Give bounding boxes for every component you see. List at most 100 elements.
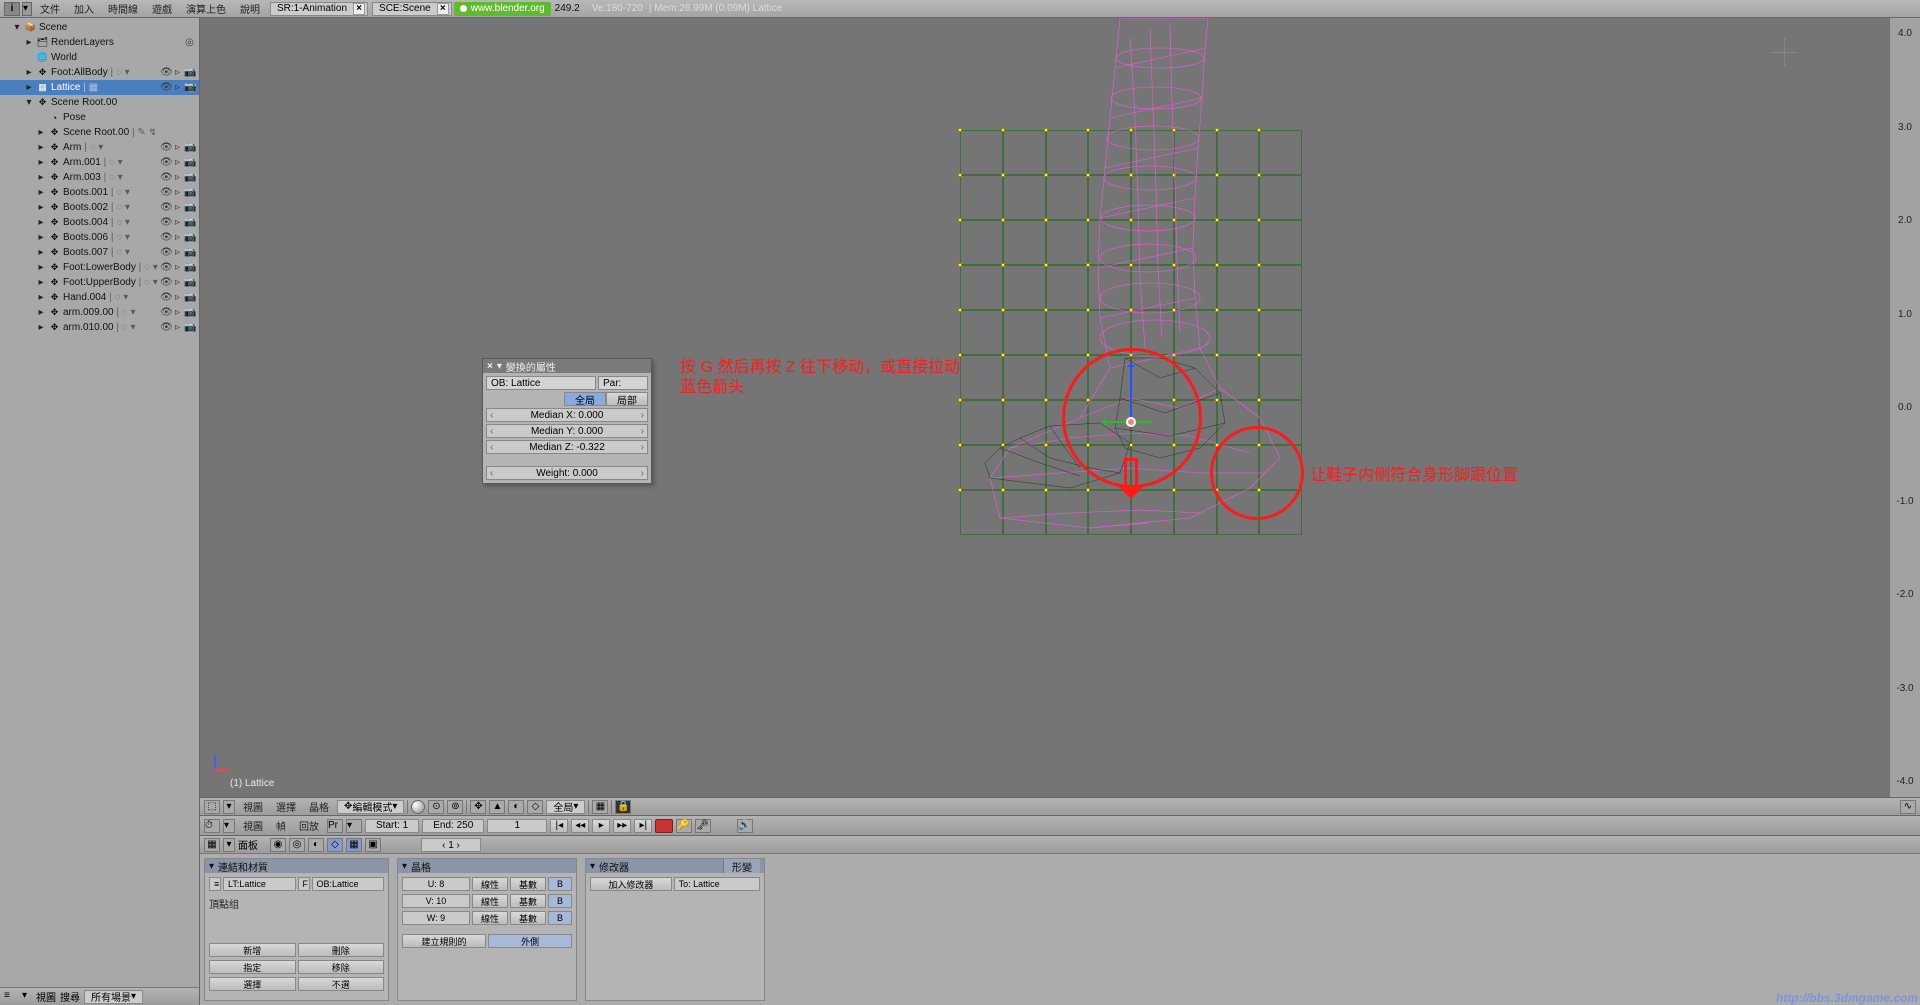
v-b-button[interactable]: B <box>548 894 572 908</box>
context-scene-icon[interactable]: ▣ <box>365 838 381 852</box>
parent-field[interactable]: Par: <box>598 376 648 390</box>
median-x-field[interactable]: Median X: 0.000 <box>486 408 648 422</box>
menu-render[interactable]: 演算上色 <box>180 1 232 16</box>
u-lin-button[interactable]: 線性 <box>472 877 508 891</box>
outliner-row[interactable]: ▸✥Arm | ◌ ▾👁▹📷 <box>0 140 199 155</box>
view3d-canvas[interactable]: 按 G 然后再按 Z 往下移动，或直接拉动蓝色箭头 让鞋子内侧符合身形脚跟位置 … <box>200 18 1920 797</box>
add-modifier-button[interactable]: 加入修改器 <box>590 877 672 891</box>
outside-button[interactable]: 外側 <box>488 934 572 948</box>
outliner-row[interactable]: ▸✥arm.009.00 | ◌ ▾👁▹📷 <box>0 305 199 320</box>
vg-delete-button[interactable]: 刪除 <box>298 943 385 957</box>
shapes-tab[interactable]: 形變 <box>723 859 760 873</box>
outliner-row[interactable]: ▸✥Boots.002 | ◌ ▾👁▹📷 <box>0 200 199 215</box>
outliner-row[interactable]: ▾📦Scene <box>0 20 199 35</box>
scale-icon[interactable]: ◇ <box>527 800 543 814</box>
local-button[interactable]: 局部 <box>606 392 648 406</box>
menu-game[interactable]: 遊戲 <box>146 1 178 16</box>
close-icon[interactable]: × <box>487 361 493 372</box>
w-card-button[interactable]: 基數 <box>510 911 546 925</box>
sync-icon[interactable]: ▾ <box>346 819 362 833</box>
vg-remove-button[interactable]: 移除 <box>298 960 385 974</box>
menu-help[interactable]: 說明 <box>234 1 266 16</box>
outliner-menu-search[interactable]: 搜尋 <box>60 989 80 1004</box>
v-card-button[interactable]: 基數 <box>510 894 546 908</box>
blender-url[interactable]: www.blender.org <box>454 2 551 16</box>
shading-selector[interactable] <box>411 800 425 814</box>
context-object-icon[interactable]: ◇ <box>327 838 343 852</box>
v3d-menu-lattice[interactable]: 晶格 <box>304 799 334 814</box>
outliner-row[interactable]: ▸✥Scene Root.00 | ✎ ↯ <box>0 125 199 140</box>
outliner-row[interactable]: ▸✥Boots.004 | ◌ ▾👁▹📷 <box>0 215 199 230</box>
menu-add[interactable]: 加入 <box>68 1 100 16</box>
screen-tab[interactable]: SR:1-Animation× <box>270 2 368 16</box>
rotate-icon[interactable]: ◐ <box>508 800 524 814</box>
context-script-icon[interactable]: ◎ <box>289 838 305 852</box>
current-frame-field[interactable]: 1 <box>487 819 547 833</box>
v3d-menu-view[interactable]: 視圖 <box>238 799 268 814</box>
pulldown-icon[interactable]: ▾ <box>223 819 235 833</box>
key-icon[interactable]: 🔑 <box>676 819 692 833</box>
menu-file[interactable]: 文件 <box>34 1 66 16</box>
make-regular-button[interactable]: 建立規則的 <box>402 934 486 948</box>
autokey-button[interactable] <box>655 819 673 833</box>
pivot-opts-icon[interactable]: ⊚ <box>447 800 463 814</box>
pulldown-icon[interactable]: ▾ <box>22 990 32 1003</box>
global-button[interactable]: 全局 <box>564 392 606 406</box>
outliner-row[interactable]: ▸✥Foot:UpperBody | ◌ ▾👁▹📷 <box>0 275 199 290</box>
prev-key-button[interactable]: ◂◂ <box>571 819 589 833</box>
pivot-icon[interactable]: ⊙ <box>428 800 444 814</box>
pulldown-icon[interactable]: ▾ <box>223 838 235 852</box>
tl-menu-playback[interactable]: 回放 <box>294 818 324 833</box>
outliner-row[interactable]: ▸🗂RenderLayers◎ <box>0 35 199 50</box>
tri-icon[interactable]: ▾ <box>590 861 595 872</box>
outliner-row[interactable]: ▸✥Boots.006 | ◌ ▾👁▹📷 <box>0 230 199 245</box>
median-y-field[interactable]: Median Y: 0.000 <box>486 424 648 438</box>
next-key-button[interactable]: ▸▸ <box>613 819 631 833</box>
outliner-row[interactable]: ▸✥Arm.001 | ◌ ▾👁▹📷 <box>0 155 199 170</box>
menu-timeline[interactable]: 時間線 <box>102 1 144 16</box>
play-button[interactable]: ▸ <box>592 819 610 833</box>
tl-menu-frame[interactable]: 幀 <box>271 818 291 833</box>
tri-icon[interactable]: ▾ <box>402 861 407 872</box>
outliner-row[interactable]: ◔Pose <box>0 110 199 125</box>
outliner-tree[interactable]: ▾📦Scene▸🗂RenderLayers◎🌐World▸✥Foot:AllBo… <box>0 18 199 987</box>
u-card-button[interactable]: 基數 <box>510 877 546 891</box>
layers-icon[interactable]: ▦ <box>592 800 608 814</box>
info-icon[interactable]: i <box>4 2 20 16</box>
v3d-menu-select[interactable]: 選擇 <box>271 799 301 814</box>
outliner-menu-view[interactable]: 視圖 <box>36 989 56 1004</box>
pr-button[interactable]: Pr <box>327 819 343 833</box>
outliner-display-mode[interactable]: 所有場景 ▾ <box>84 990 143 1004</box>
translate-icon[interactable]: ▲ <box>489 800 505 814</box>
window-type-pulldown[interactable]: ▾ <box>22 2 32 16</box>
datablock-icon[interactable]: ≡ <box>209 877 221 891</box>
ob-name-field[interactable]: OB: Lattice <box>486 376 596 390</box>
outliner-row[interactable]: ▸✥Foot:AllBody | ◌ ▾👁▹📷 <box>0 65 199 80</box>
outliner-row[interactable]: ▸✥Foot:LowerBody | ◌ ▾👁▹📷 <box>0 260 199 275</box>
v-lin-button[interactable]: 線性 <box>472 894 508 908</box>
weight-field[interactable]: Weight: 0.000 <box>486 466 648 480</box>
vg-select-button[interactable]: 選擇 <box>209 977 296 991</box>
jump-end-button[interactable]: ▸| <box>634 819 652 833</box>
key-menu-icon[interactable]: 🗝 <box>695 819 711 833</box>
lock-icon[interactable]: 🔒 <box>615 800 631 814</box>
buttons-editor-icon[interactable]: ▦ <box>204 838 220 852</box>
w-lin-button[interactable]: 線性 <box>472 911 508 925</box>
close-icon[interactable]: × <box>353 3 365 15</box>
manipulator-toggle[interactable]: ✥ <box>470 800 486 814</box>
panel-header[interactable]: × ▾ 變換的屬性 <box>483 359 651 373</box>
outliner-row[interactable]: ▸✥Boots.001 | ◌ ▾👁▹📷 <box>0 185 199 200</box>
collapse-icon[interactable]: ▾ <box>497 361 502 372</box>
btn-menu-panel[interactable]: 面板 <box>238 837 258 852</box>
outliner-icon[interactable]: ≡ <box>4 990 18 1003</box>
tl-menu-view[interactable]: 視圖 <box>238 818 268 833</box>
outliner-row[interactable]: ▸✥arm.010.00 | ◌ ▾👁▹📷 <box>0 320 199 335</box>
view3d-editor-icon[interactable]: ⬚ <box>204 800 220 814</box>
start-frame-field[interactable]: Start: 1 <box>365 819 419 833</box>
mode-selector[interactable]: ✥ 編輯模式 ▾ <box>337 800 404 814</box>
vg-new-button[interactable]: 新增 <box>209 943 296 957</box>
w-b-button[interactable]: B <box>548 911 572 925</box>
pulldown-icon[interactable]: ▾ <box>223 800 235 814</box>
outliner-row[interactable]: ▾✥Scene Root.00 <box>0 95 199 110</box>
buttons-frame-field[interactable]: ‹ 1 › <box>421 838 481 852</box>
